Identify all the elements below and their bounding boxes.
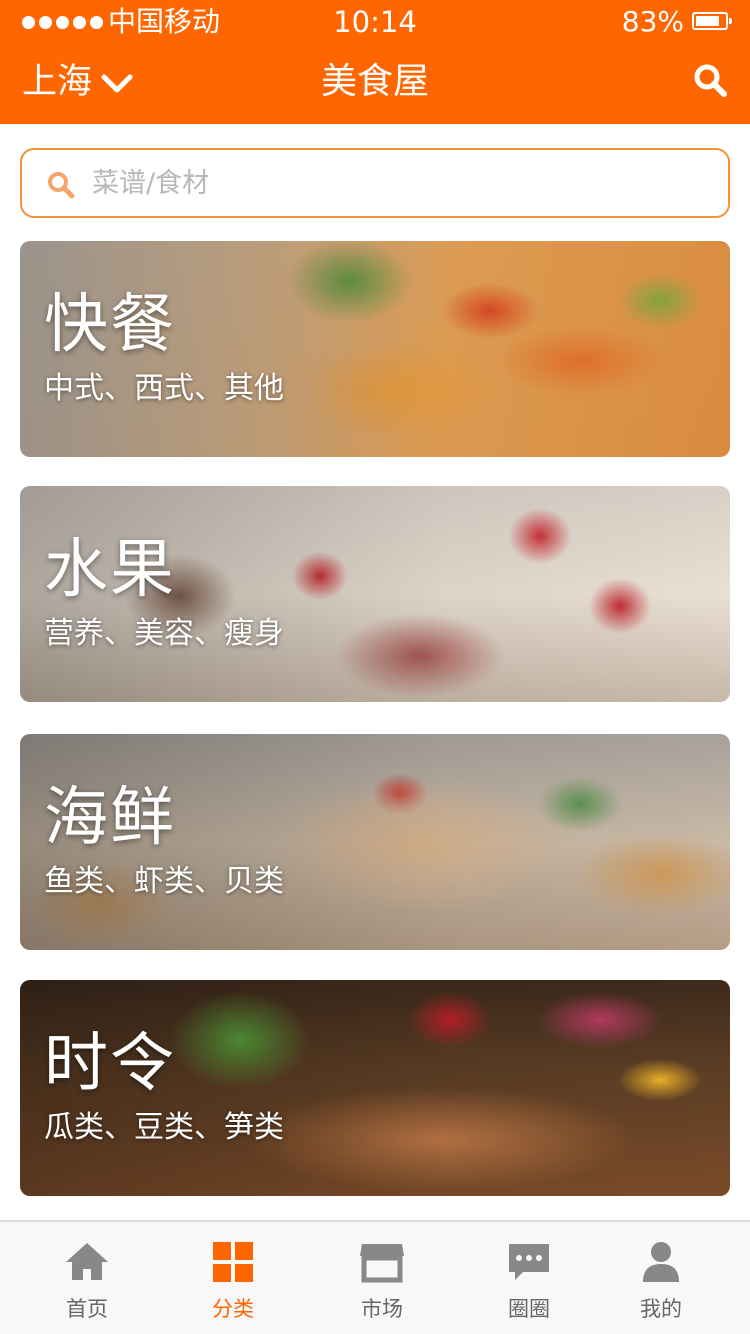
bottom-tab-bar: 首页 分类 市场 圈圈 我的: [0, 1220, 750, 1334]
tab-label: 首页: [66, 1297, 108, 1321]
user-icon: [643, 1242, 679, 1282]
tab-label: 市场: [361, 1297, 403, 1321]
category-title: 快餐: [44, 288, 176, 362]
tab-label: 圈圈: [508, 1297, 550, 1321]
tab-home[interactable]: 首页: [12, 1222, 162, 1334]
search-input[interactable]: [92, 158, 712, 208]
tab-category[interactable]: 分类: [158, 1222, 308, 1334]
status-bar: 中国移动 10:14 83%: [0, 0, 750, 44]
category-subtitle: 瓜类、豆类、笋类: [44, 1110, 284, 1145]
search-icon[interactable]: [692, 62, 728, 98]
category-card-seasonal[interactable]: 时令 瓜类、豆类、笋类: [20, 980, 730, 1196]
chat-icon: [509, 1244, 549, 1280]
tab-label: 我的: [640, 1297, 682, 1321]
category-subtitle: 营养、美容、瘦身: [44, 616, 284, 651]
nav-bar: 上海 美食屋: [0, 44, 750, 124]
battery-percentage: 83%: [621, 5, 684, 38]
category-card-fruit[interactable]: 水果 营养、美容、瘦身: [20, 486, 730, 702]
category-card-seafood[interactable]: 海鲜 鱼类、虾类、贝类: [20, 734, 730, 950]
tab-profile[interactable]: 我的: [586, 1222, 736, 1334]
category-subtitle: 中式、西式、其他: [44, 371, 284, 406]
grid-icon: [213, 1242, 253, 1282]
category-subtitle: 鱼类、虾类、贝类: [44, 864, 284, 899]
app-header: 中国移动 10:14 83% 上海 美食屋: [0, 0, 750, 124]
category-title: 海鲜: [44, 781, 176, 855]
store-icon: [360, 1244, 404, 1283]
battery-icon: [692, 12, 732, 30]
search-icon: [48, 172, 75, 199]
search-bar[interactable]: [20, 148, 730, 218]
tab-label: 分类: [212, 1297, 254, 1321]
tab-circle[interactable]: 圈圈: [454, 1222, 604, 1334]
tab-market[interactable]: 市场: [307, 1222, 457, 1334]
category-card-fast-food[interactable]: 快餐 中式、西式、其他: [20, 241, 730, 457]
home-icon: [66, 1243, 108, 1280]
category-title: 水果: [44, 533, 176, 607]
category-title: 时令: [44, 1027, 176, 1101]
page-title: 美食屋: [320, 61, 429, 102]
